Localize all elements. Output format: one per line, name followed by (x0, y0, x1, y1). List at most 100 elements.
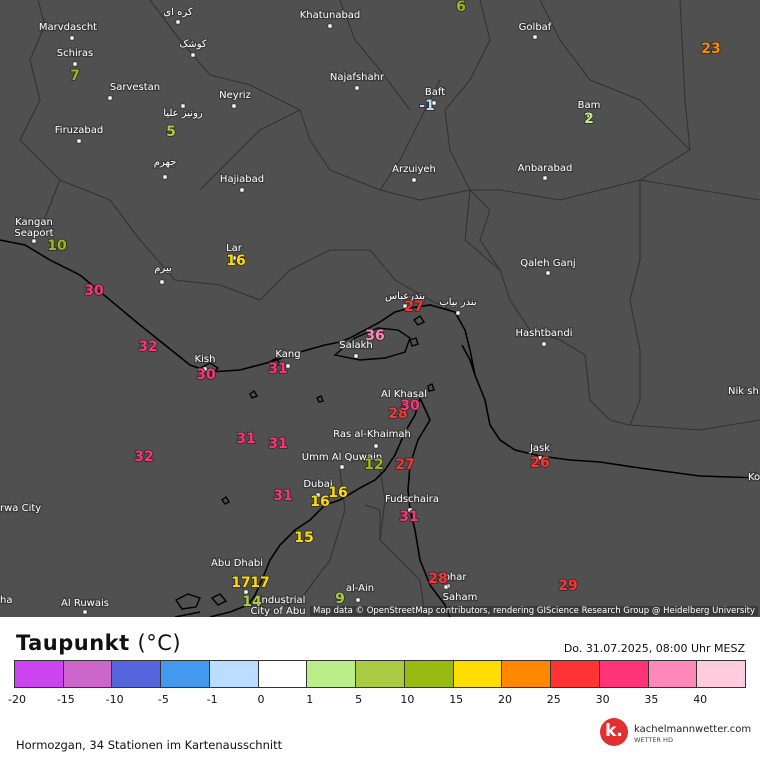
place-label[interactable]: کره ای (162, 6, 194, 19)
place-label[interactable]: کوشک (178, 38, 208, 51)
station-value[interactable]: 5 (165, 123, 176, 141)
place-label[interactable]: Abu Dhabi (210, 557, 264, 570)
place-label[interactable]: Sarvestan (109, 81, 162, 94)
station-value[interactable]: 17 (249, 574, 270, 592)
station-value[interactable]: 16 (225, 252, 246, 270)
coast-line (461, 344, 476, 376)
scale-cell (404, 661, 454, 687)
place-label[interactable]: Al Ruwais (60, 597, 110, 610)
place-label[interactable]: Firuzabad (54, 124, 105, 137)
station-value[interactable]: 12 (363, 456, 384, 474)
station-value[interactable]: 28 (427, 570, 448, 588)
station-value[interactable]: 32 (137, 338, 158, 356)
place-marker (175, 19, 181, 25)
place-marker (353, 353, 359, 359)
place-marker (455, 310, 461, 316)
place-label[interactable]: Jask (528, 442, 552, 455)
station-value[interactable]: 16 (309, 493, 330, 511)
place-label[interactable]: rwa City (0, 502, 42, 515)
place-label[interactable]: Fudschaira (384, 493, 440, 506)
place-marker (107, 95, 113, 101)
station-value[interactable]: 16 (327, 484, 348, 502)
place-label[interactable]: ha (0, 594, 14, 607)
station-value[interactable]: 30 (195, 366, 216, 384)
station-value[interactable]: 31 (267, 360, 288, 378)
scale-cell (356, 661, 405, 687)
station-value[interactable]: 30 (399, 397, 420, 415)
place-marker (545, 270, 551, 276)
place-label[interactable]: Golbaf (517, 21, 553, 34)
place-label[interactable]: Najafshahr (329, 71, 386, 84)
place-label[interactable]: al-Ain (345, 582, 376, 595)
station-value[interactable]: 26 (529, 454, 550, 472)
island-outline (210, 593, 228, 606)
station-value[interactable]: 17 (230, 574, 251, 592)
scale-tick-label: 20 (498, 693, 512, 706)
scale-tick-label: 30 (595, 693, 610, 706)
scale-cell (502, 661, 552, 687)
station-value[interactable]: 15 (293, 529, 314, 547)
place-label[interactable]: Khatunabad (299, 9, 362, 22)
station-value[interactable]: 23 (700, 40, 721, 58)
place-label[interactable]: رونیز علیا (162, 107, 204, 120)
scale-tick-label: 10 (400, 693, 415, 706)
border-line (19, 0, 261, 301)
place-label[interactable]: بیرم (153, 262, 173, 275)
place-label[interactable]: Arzuiyeh (391, 163, 437, 176)
station-value[interactable]: 6 (455, 0, 466, 16)
station-value[interactable]: 31 (398, 508, 419, 526)
place-label[interactable]: Marvdascht (38, 21, 99, 34)
place-marker (542, 175, 548, 181)
scale-cell (307, 661, 357, 687)
station-value[interactable]: 31 (272, 487, 293, 505)
scale-tick-label: 25 (546, 693, 561, 706)
place-label[interactable]: جهرم (153, 156, 178, 169)
scale-tick-label: 15 (449, 693, 464, 706)
map-canvas[interactable]: Marvdascht کره ای Khatunabad Golbaf Schiras ک… (0, 0, 760, 617)
station-value[interactable]: 10 (46, 237, 67, 255)
scale-cell (453, 661, 503, 687)
station-value[interactable]: 31 (267, 435, 288, 453)
place-label[interactable]: Saham (441, 591, 478, 604)
logo[interactable]: k. kachelmannwetter.com WETTER HD (600, 716, 751, 750)
place-label[interactable]: Neyriz (218, 89, 252, 102)
place-label[interactable]: Kang (274, 348, 302, 361)
place-label[interactable]: Ras al-Khaimah (332, 428, 412, 441)
station-value[interactable]: 36 (364, 327, 385, 345)
place-label[interactable]: Ko (747, 471, 760, 484)
place-label[interactable]: Qaleh Ganj (519, 257, 577, 270)
island-outline (412, 315, 426, 326)
scale-tick-label: 35 (644, 693, 659, 706)
station-value[interactable]: 32 (133, 448, 154, 466)
border-line (444, 0, 491, 191)
place-label[interactable]: Kish (193, 353, 216, 366)
place-marker (82, 609, 88, 615)
station-value[interactable]: 31 (235, 430, 256, 448)
map-panel[interactable]: Marvdascht کره ای Khatunabad Golbaf Schiras ک… (0, 0, 760, 617)
station-value[interactable]: 29 (557, 577, 578, 595)
station-value[interactable]: 2 (583, 110, 594, 128)
place-label[interactable]: Hashtbandi (514, 327, 573, 340)
place-label[interactable]: Schiras (56, 47, 95, 60)
place-label[interactable]: Bam (576, 99, 601, 112)
place-marker (411, 177, 417, 183)
station-value[interactable]: 30 (83, 282, 104, 300)
station-value[interactable]: 27 (403, 298, 424, 316)
border-line (589, 79, 691, 151)
place-label[interactable]: Industrial (257, 594, 306, 607)
scale-cell (209, 661, 259, 687)
station-value[interactable]: 7 (69, 67, 80, 85)
station-value[interactable]: -1 (418, 97, 435, 115)
place-label[interactable]: Nik sh (727, 385, 760, 398)
scale-tick-label: 5 (355, 693, 363, 706)
place-label[interactable]: Kangan (14, 216, 54, 229)
station-value[interactable]: 27 (394, 456, 415, 474)
station-value[interactable]: 14 (241, 593, 262, 611)
place-label[interactable]: Baft (424, 86, 447, 99)
station-value[interactable]: 9 (334, 590, 345, 608)
map-attribution[interactable]: Map data © OpenStreetMap contributors, r… (310, 606, 758, 616)
place-label[interactable]: بندر بیاب (438, 296, 478, 309)
place-label[interactable]: Hajiabad (219, 173, 266, 186)
title-unit: (°C) (137, 631, 182, 655)
place-label[interactable]: Anbarabad (516, 162, 573, 175)
